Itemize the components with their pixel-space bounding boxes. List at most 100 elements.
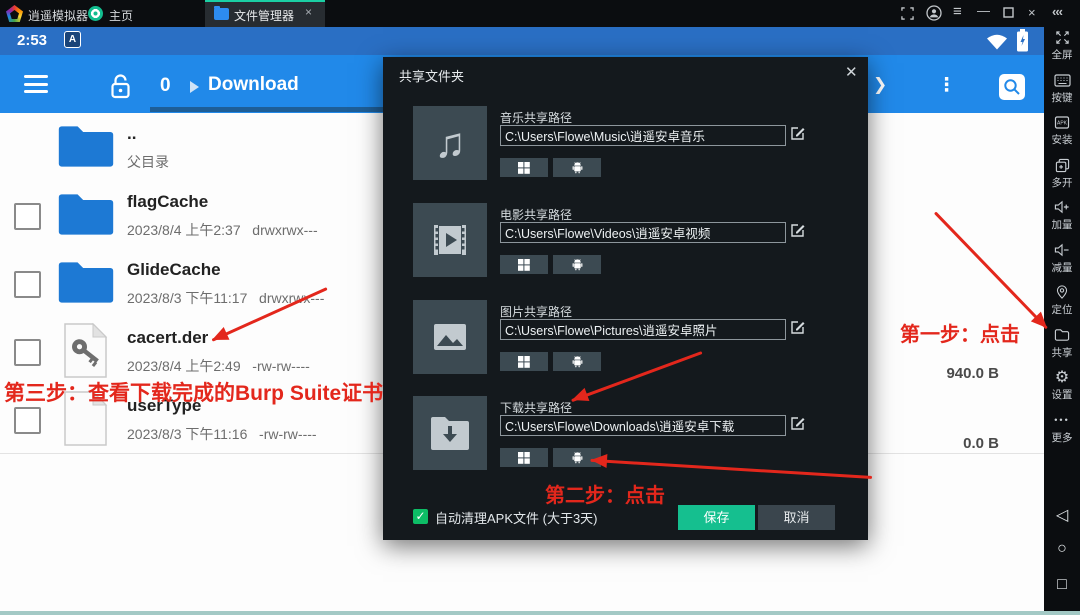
tab-close-icon[interactable]: × bbox=[305, 5, 312, 19]
tab-home[interactable]: 主页 bbox=[109, 7, 133, 24]
annotation-step1: 第一步：点击 bbox=[900, 318, 1020, 347]
folder-icon bbox=[56, 122, 116, 170]
auto-clean-label: 自动清理APK文件 (大于3天) bbox=[435, 508, 598, 527]
lock-icon[interactable] bbox=[110, 73, 131, 99]
windows-icon bbox=[518, 162, 530, 174]
shared-folders-dialog: 共享文件夹 ✕ ♫ 音乐共享路径 电影共享路径 bbox=[383, 57, 868, 540]
apk-install-icon: APK bbox=[1044, 113, 1080, 131]
android-status-bar: 2:53 A bbox=[0, 27, 1044, 55]
sidebar-item-multi-instance[interactable]: 多开 bbox=[1044, 156, 1080, 196]
music-path-input[interactable] bbox=[500, 125, 786, 146]
svg-text:APK: APK bbox=[1057, 120, 1068, 126]
music-icon: ♫ bbox=[413, 106, 487, 180]
breadcrumb[interactable]: Download bbox=[208, 74, 299, 96]
close-window-icon[interactable]: × bbox=[1028, 5, 1036, 21]
sidebar-item-share[interactable]: 共享 bbox=[1044, 326, 1080, 366]
row-checkbox[interactable] bbox=[14, 407, 41, 434]
android-icon bbox=[571, 451, 584, 464]
selection-count: 0 bbox=[160, 75, 171, 97]
window-titlebar: 逍遥模拟器 主页 文件管理器 × ≡ — × ‹‹‹ bbox=[0, 0, 1080, 27]
screenshot-icon[interactable] bbox=[901, 7, 914, 20]
movie-icon bbox=[413, 203, 487, 277]
picture-path-input[interactable] bbox=[500, 319, 786, 340]
save-button[interactable]: 保存 bbox=[678, 505, 755, 530]
annotation-step2: 第二步：点击 bbox=[545, 479, 665, 508]
row-checkbox[interactable] bbox=[14, 339, 41, 366]
edit-path-icon[interactable] bbox=[790, 126, 805, 141]
breadcrumb-scroll-indicator bbox=[150, 107, 412, 112]
folder-icon bbox=[56, 190, 116, 238]
keyboard-icon bbox=[1044, 71, 1080, 89]
home-tab-icon bbox=[88, 6, 103, 21]
annotation-step3: 第三步：查看下载完成的Burp Suite证书 bbox=[4, 377, 383, 407]
nav-back-icon[interactable]: ◁ bbox=[1044, 505, 1080, 525]
edit-path-icon[interactable] bbox=[790, 416, 805, 431]
open-windows-path-button[interactable] bbox=[500, 255, 548, 274]
row-checkbox[interactable] bbox=[14, 203, 41, 230]
share-section-movies: 电影共享路径 bbox=[413, 203, 843, 293]
menu-icon[interactable] bbox=[24, 75, 48, 98]
clock: 2:53 bbox=[17, 32, 47, 49]
folder-icon bbox=[56, 258, 116, 306]
battery-icon bbox=[1016, 29, 1029, 52]
row-checkbox[interactable] bbox=[14, 271, 41, 298]
movie-path-input[interactable] bbox=[500, 222, 786, 243]
breadcrumb-next-icon[interactable]: ❯ bbox=[873, 75, 887, 95]
minimize-icon[interactable]: — bbox=[977, 3, 990, 19]
volume-down-icon bbox=[1044, 241, 1080, 259]
file-size: 940.0 B bbox=[946, 365, 999, 382]
app-title: 逍遥模拟器 bbox=[28, 7, 88, 24]
open-windows-path-button[interactable] bbox=[500, 448, 548, 467]
sidebar-item-install[interactable]: APK 安装 bbox=[1044, 113, 1080, 153]
sidebar-item-fullscreen[interactable]: 全屏 bbox=[1044, 28, 1080, 68]
sidebar-item-volume-up[interactable]: 加量 bbox=[1044, 198, 1080, 238]
open-android-path-button[interactable] bbox=[553, 158, 601, 177]
windows-icon bbox=[518, 452, 530, 464]
android-icon bbox=[571, 355, 584, 368]
volume-up-icon bbox=[1044, 198, 1080, 216]
open-windows-path-button[interactable] bbox=[500, 158, 548, 177]
search-button[interactable] bbox=[999, 74, 1025, 100]
sidebar-item-more[interactable]: ••• 更多 bbox=[1044, 411, 1080, 451]
auto-clean-checkbox[interactable]: ✓ bbox=[413, 509, 428, 524]
overflow-menu-icon[interactable]: ⋮ bbox=[937, 74, 956, 97]
ime-badge: A bbox=[64, 31, 81, 48]
windows-icon bbox=[518, 259, 530, 271]
location-pin-icon bbox=[1044, 283, 1080, 301]
open-windows-path-button[interactable] bbox=[500, 352, 548, 371]
gear-icon: ⚙ bbox=[1044, 368, 1080, 386]
breadcrumb-arrow-icon bbox=[190, 81, 199, 93]
more-dots-icon: ••• bbox=[1044, 411, 1080, 429]
certificate-file-icon bbox=[63, 322, 108, 379]
download-icon bbox=[413, 396, 487, 470]
download-path-input[interactable] bbox=[500, 415, 786, 436]
open-android-path-button[interactable] bbox=[553, 352, 601, 371]
multi-window-icon bbox=[1044, 156, 1080, 174]
folder-tab-icon bbox=[214, 8, 229, 20]
collapse-sidebar-icon[interactable]: ‹‹‹ bbox=[1052, 4, 1062, 20]
picture-icon bbox=[413, 300, 487, 374]
wifi-icon bbox=[986, 32, 1008, 50]
search-icon bbox=[999, 74, 1025, 100]
share-section-music: ♫ 音乐共享路径 bbox=[413, 106, 843, 196]
dialog-title: 共享文件夹 bbox=[399, 66, 464, 85]
sidebar-item-keys[interactable]: 按键 bbox=[1044, 71, 1080, 111]
fullscreen-icon bbox=[1044, 28, 1080, 46]
window-menu-icon[interactable]: ≡ bbox=[953, 4, 962, 20]
nav-recents-icon[interactable]: □ bbox=[1044, 576, 1080, 594]
share-section-pictures: 图片共享路径 bbox=[413, 300, 843, 390]
cancel-button[interactable]: 取消 bbox=[758, 505, 835, 530]
dialog-close-icon[interactable]: ✕ bbox=[845, 63, 858, 81]
edit-path-icon[interactable] bbox=[790, 320, 805, 335]
sidebar-item-location[interactable]: 定位 bbox=[1044, 283, 1080, 323]
sidebar-item-settings[interactable]: ⚙ 设置 bbox=[1044, 368, 1080, 408]
file-size: 0.0 B bbox=[963, 435, 999, 452]
sidebar-item-volume-down[interactable]: 减量 bbox=[1044, 241, 1080, 281]
android-icon bbox=[571, 161, 584, 174]
account-icon[interactable] bbox=[926, 5, 942, 21]
open-android-path-button[interactable] bbox=[553, 255, 601, 274]
android-icon bbox=[571, 258, 584, 271]
edit-path-icon[interactable] bbox=[790, 223, 805, 238]
maximize-icon[interactable] bbox=[1003, 7, 1014, 18]
nav-home-icon[interactable]: ○ bbox=[1044, 540, 1080, 558]
